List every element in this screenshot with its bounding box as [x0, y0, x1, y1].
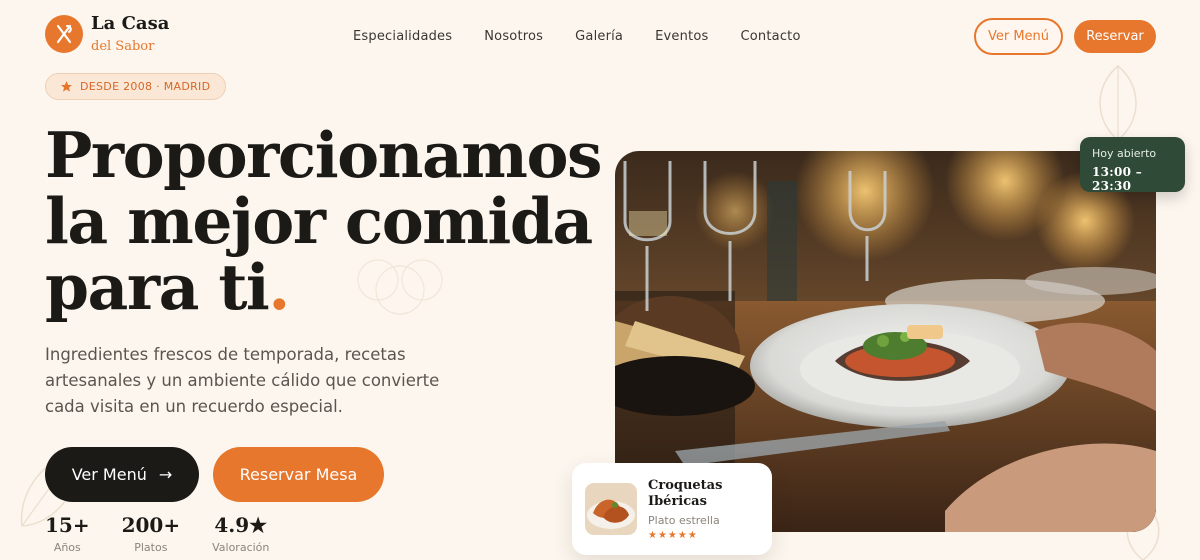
header-reserve-button[interactable]: Reservar — [1074, 20, 1156, 53]
star-icon — [61, 81, 72, 92]
hero-title-dot: . — [268, 250, 290, 324]
hero-title: Proporcionamos la mejor comida para ti. — [45, 122, 605, 320]
stat-label: Años — [53, 541, 81, 554]
leaf-decoration-icon — [1099, 65, 1137, 141]
dish-name: Croquetas Ibéricas — [648, 477, 723, 509]
utensils-icon — [45, 15, 83, 53]
opening-hours-label: Hoy abierto — [1092, 147, 1157, 160]
dish-thumbnail — [585, 483, 637, 535]
dish-rating-stars: ★★★★★ — [648, 529, 698, 541]
main-nav: Especialidades Nosotros Galería Eventos … — [353, 29, 801, 44]
nav-eventos[interactable]: Eventos — [655, 29, 708, 44]
stat-value: 200+ — [121, 513, 181, 537]
opening-hours-card: Hoy abierto 13:00 – 23:30 — [1080, 137, 1185, 193]
stat-label: Platos — [134, 541, 168, 554]
stat-value: 4.9★ — [214, 513, 268, 537]
arrow-right-icon: → — [158, 465, 173, 484]
hero-title-line1: Proporcionamos — [45, 118, 602, 192]
since-badge-text: DESDE 2008 · MADRID — [80, 80, 211, 93]
stats-row: 15+ Años 200+ Platos 4.9★ Valoración — [45, 513, 269, 554]
logo[interactable]: La Casa del Sabor — [45, 15, 169, 53]
view-menu-button[interactable]: Ver Menú → — [45, 447, 199, 502]
header-menu-button[interactable]: Ver Menú — [974, 18, 1063, 55]
stat-dishes: 200+ Platos — [122, 513, 181, 554]
stat-label: Valoración — [212, 541, 270, 554]
nav-contacto[interactable]: Contacto — [740, 29, 800, 44]
stat-years: 15+ Años — [45, 513, 90, 554]
logo-title: La Casa — [91, 13, 170, 34]
hero-title-line3: para ti — [45, 250, 270, 324]
stat-value: 15+ — [45, 513, 90, 537]
dish-tag: Plato estrella — [648, 513, 720, 527]
view-menu-label: Ver Menú — [71, 465, 147, 484]
nav-nosotros[interactable]: Nosotros — [484, 29, 543, 44]
nav-galeria[interactable]: Galería — [575, 29, 623, 44]
since-badge: DESDE 2008 · MADRID — [45, 73, 227, 100]
reserve-table-button[interactable]: Reservar Mesa — [213, 447, 384, 502]
logo-subtitle: del Sabor — [91, 39, 155, 54]
hero-title-line2: la mejor comida — [45, 184, 593, 258]
featured-dish-card[interactable]: Croquetas Ibéricas Plato estrella ★★★★★ — [572, 463, 772, 555]
hero-description: Ingredientes frescos de temporada, recet… — [45, 345, 440, 416]
nav-especialidades[interactable]: Especialidades — [353, 29, 452, 44]
stat-rating: 4.9★ Valoración — [212, 513, 269, 554]
opening-hours-value: 13:00 – 23:30 — [1092, 165, 1143, 193]
